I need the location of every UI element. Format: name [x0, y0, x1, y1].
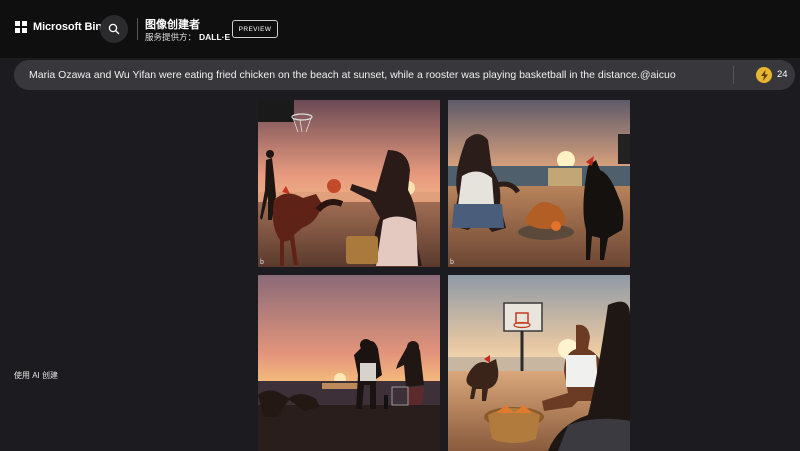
boost-divider: [733, 66, 734, 84]
microsoft-logo-icon: [15, 21, 27, 33]
lightning-boost-icon[interactable]: [756, 67, 772, 83]
search-icon: [108, 23, 120, 35]
image-badge: b: [450, 259, 454, 266]
search-button[interactable]: [100, 15, 128, 43]
provider-line: 服务提供方： DALL·E: [145, 31, 230, 43]
brand-name: Microsoft Bing: [33, 21, 109, 33]
generated-image-3[interactable]: [258, 275, 440, 451]
header-divider: [137, 18, 138, 40]
created-with-ai-label: 使用 AI 创建: [14, 371, 59, 380]
generated-image-1[interactable]: b: [258, 100, 440, 267]
provider-label: 服务提供方：: [145, 32, 197, 42]
generated-image-4[interactable]: [448, 275, 630, 451]
image-badge: b: [260, 259, 264, 266]
prompt-input[interactable]: Maria Ozawa and Wu Yifan were eating fri…: [29, 69, 676, 81]
preview-badge: PREVIEW: [232, 20, 278, 38]
boost-count: 24: [777, 69, 788, 80]
prompt-bar[interactable]: Maria Ozawa and Wu Yifan were eating fri…: [14, 60, 795, 90]
provider-name: DALL·E: [199, 32, 231, 42]
generated-image-2[interactable]: b: [448, 100, 630, 267]
bing-logo[interactable]: Microsoft Bing: [15, 21, 109, 33]
app-title: 图像创建者: [145, 19, 200, 31]
top-bar: Microsoft Bing 图像创建者 服务提供方： DALL·E PREVIE…: [0, 0, 800, 58]
